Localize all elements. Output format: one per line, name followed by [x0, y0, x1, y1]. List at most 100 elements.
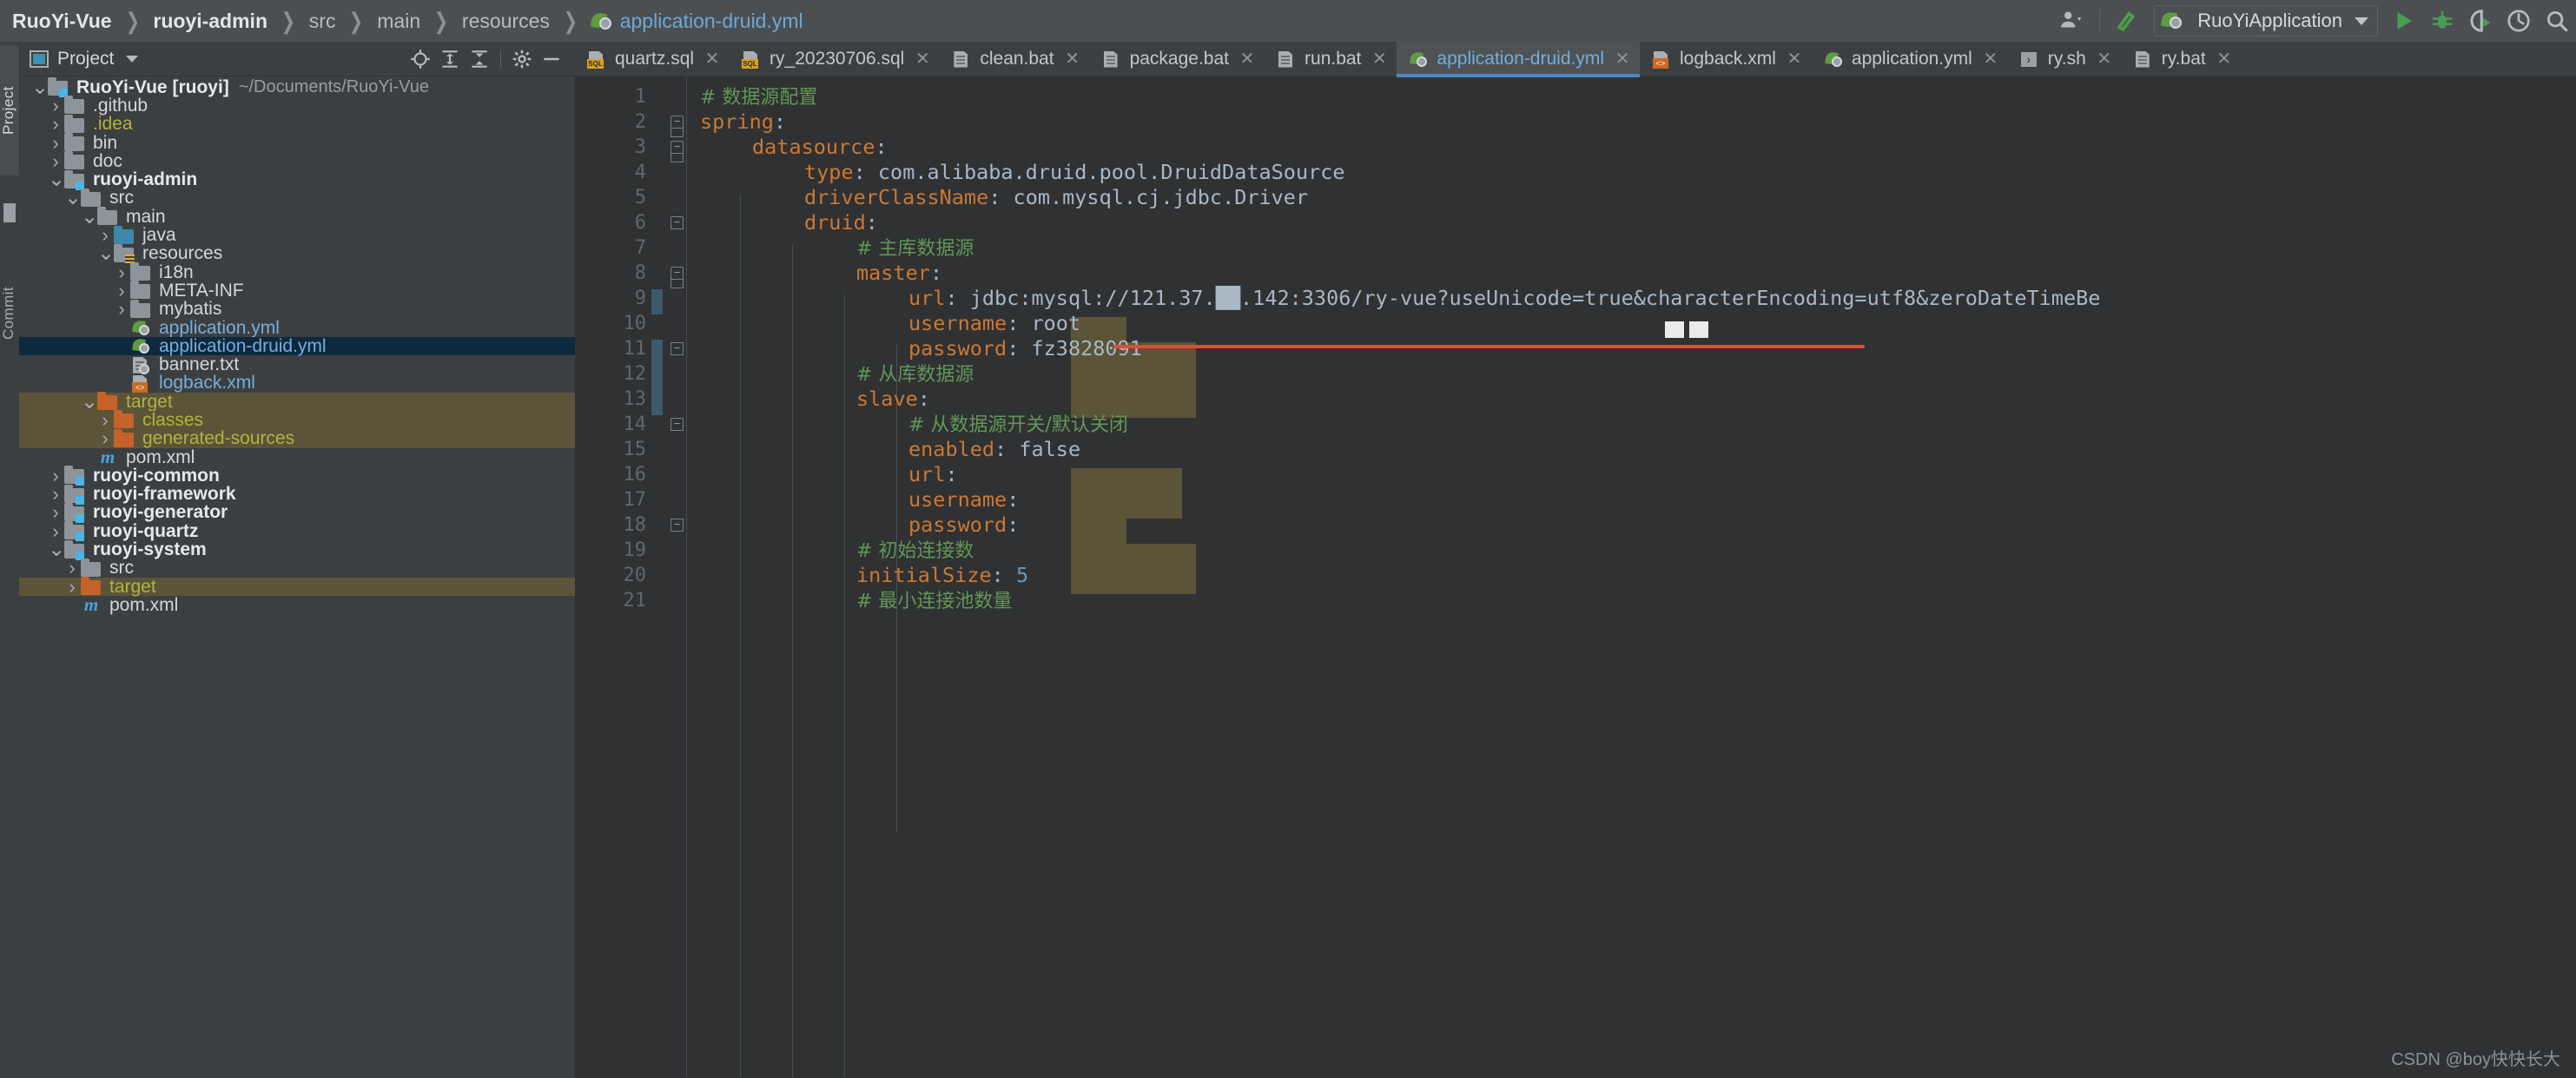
tree-node-ruoyi-admin[interactable]: ⌄ ruoyi-admin — [19, 169, 575, 190]
tree-node-i18n[interactable]: › i18n — [19, 262, 575, 282]
breadcrumb-item[interactable]: resources — [462, 10, 550, 33]
editor-tab-quartz-sql[interactable]: SQL quartz.sql ✕ — [575, 42, 730, 76]
code-line-text: password: — [908, 513, 1019, 538]
tree-node-ruoyi-common[interactable]: › ruoyi-common — [19, 466, 575, 486]
tree-node-ruoyi-framework[interactable]: › ruoyi-framework — [19, 484, 575, 505]
tree-node-label: logback.xml — [159, 373, 255, 394]
tree-node-ruoyi-generator[interactable]: › ruoyi-generator — [19, 502, 575, 523]
yaml-colon: : — [994, 437, 1007, 461]
chevron-right-icon[interactable]: › — [97, 429, 113, 448]
code-line-text: password: fz3828091 — [908, 336, 1142, 361]
tree-node-banner-txt[interactable]: banner.txt — [19, 354, 575, 374]
tree-node-doc[interactable]: › doc — [19, 151, 575, 171]
expand-all-icon[interactable] — [435, 44, 465, 74]
chevron-down-icon[interactable]: ⌄ — [48, 169, 65, 190]
user-account-icon[interactable] — [2052, 2, 2091, 40]
hide-panel-icon[interactable] — [537, 44, 566, 74]
tree-node-label: pom.xml — [109, 594, 179, 615]
close-icon[interactable]: ✕ — [1371, 50, 1387, 68]
tree-node-idea[interactable]: › .idea — [19, 114, 575, 134]
code-line: 16 url: — [575, 462, 2576, 487]
tree-node-ruoyi-system[interactable]: ⌄ ruoyi-system — [19, 539, 575, 560]
tree-node-application-druid-yml[interactable]: application-druid.yml — [19, 336, 575, 356]
close-icon[interactable]: ✕ — [704, 50, 720, 68]
chevron-right-icon[interactable]: › — [48, 115, 63, 134]
editor-tab-application-yml[interactable]: application.yml ✕ — [1812, 42, 2008, 76]
breadcrumb-item[interactable]: ruoyi-admin — [153, 10, 268, 33]
locate-target-icon[interactable] — [406, 44, 435, 74]
breadcrumb: RuoYi-Vue ❯ ruoyi-admin ❯ src ❯ main ❯ resources… — [12, 0, 803, 42]
chevron-down-icon[interactable]: ⌄ — [97, 243, 115, 264]
chevron-down-icon[interactable]: ⌄ — [81, 206, 98, 227]
chevron-right-icon[interactable]: › — [114, 300, 129, 319]
tree-node-resources[interactable]: ⌄ resources — [19, 243, 575, 264]
breadcrumb-item[interactable]: main — [377, 10, 420, 33]
tree-node-mybatis[interactable]: › mybatis — [19, 299, 575, 319]
tree-node-github[interactable]: › .github — [19, 96, 575, 116]
tool-window-tab-commit[interactable]: Commit — [0, 248, 19, 379]
build-hammer-icon[interactable] — [2109, 2, 2147, 40]
close-icon[interactable]: ✕ — [915, 50, 930, 68]
bat-file-icon — [950, 50, 973, 69]
chevron-down-icon — [2355, 17, 2368, 25]
chevron-down-icon[interactable]: ⌄ — [48, 539, 65, 560]
tree-node-src[interactable]: ⌄ src — [19, 188, 575, 208]
collapse-all-icon[interactable] — [465, 44, 494, 74]
chevron-right-icon[interactable]: › — [64, 577, 80, 597]
tree-node-pom-xml[interactable]: m pom.xml — [19, 446, 575, 467]
tree-node-ruoyi-vue-ruoyi[interactable]: ⌄ RuoYi-Vue [ruoyi] ~/Documents/RuoYi-Vue — [19, 76, 575, 98]
spring-leaf-glyph — [131, 319, 150, 336]
folder-icon — [129, 262, 152, 281]
close-icon[interactable]: ✕ — [1787, 50, 1802, 68]
tree-node-pom-xml[interactable]: m pom.xml — [19, 594, 575, 615]
tree-node-src[interactable]: › src — [19, 558, 575, 578]
tree-node-application-yml[interactable]: application.yml — [19, 318, 575, 338]
breadcrumb-item[interactable]: application-druid.yml — [591, 10, 803, 33]
tool-window-tab-project[interactable]: Project — [0, 45, 19, 175]
chevron-down-icon[interactable]: ⌄ — [81, 391, 98, 412]
tree-node-meta-inf[interactable]: › META-INF — [19, 281, 575, 301]
run-configuration-selector[interactable]: RuoYiApplication — [2154, 5, 2378, 36]
code-line: 2 spring: — [575, 109, 2576, 135]
chevron-down-icon[interactable] — [126, 55, 139, 63]
tree-node-bin[interactable]: › bin — [19, 133, 575, 153]
folder-icon — [129, 299, 152, 319]
breadcrumb-item[interactable]: src — [309, 10, 336, 33]
close-icon[interactable]: ✕ — [1615, 50, 1630, 68]
close-icon[interactable]: ✕ — [1239, 50, 1255, 68]
code-line: 8 master: — [575, 261, 2576, 286]
yaml-colon: : — [988, 185, 1001, 209]
search-everywhere-icon[interactable] — [2538, 2, 2576, 40]
breadcrumb-item[interactable]: RuoYi-Vue — [12, 10, 112, 33]
breadcrumb-item-label: src — [308, 9, 336, 32]
tree-node-target[interactable]: › target — [19, 577, 575, 597]
chevron-down-icon[interactable]: ⌄ — [31, 76, 49, 97]
code-line: 13 slave: — [575, 387, 2576, 412]
debug-bug-icon[interactable] — [2423, 2, 2461, 40]
editor-tab-ry-bat[interactable]: ry.bat ✕ — [2122, 42, 2242, 76]
profiler-icon[interactable] — [2500, 2, 2538, 40]
editor-tab-clean-bat[interactable]: clean.bat ✕ — [940, 42, 1089, 76]
close-icon[interactable]: ✕ — [2216, 50, 2232, 68]
run-with-coverage-icon[interactable] — [2461, 2, 2500, 40]
close-icon[interactable]: ✕ — [1065, 50, 1080, 68]
tree-node-ruoyi-quartz[interactable]: › ruoyi-quartz — [19, 521, 575, 542]
code-editor[interactable]: 1 # 数据源配置 2 spring: 3 datasource: 4 type: com.a… — [575, 77, 2576, 1078]
toolbar-divider — [2099, 10, 2101, 32]
editor-tab-package-bat[interactable]: package.bat ✕ — [1090, 42, 1265, 76]
tree-node-logback-xml[interactable]: <> logback.xml — [19, 373, 575, 394]
chevron-down-icon[interactable]: ⌄ — [64, 188, 82, 208]
editor-tab-ry-20230706-sql[interactable]: SQL ry_20230706.sql ✕ — [730, 42, 940, 76]
close-icon[interactable]: ✕ — [2097, 50, 2112, 68]
editor-tab-application-druid-yml[interactable]: application-druid.yml ✕ — [1397, 42, 1640, 77]
project-panel-actions — [406, 44, 575, 74]
run-play-icon[interactable] — [2385, 2, 2423, 40]
editor-tab-logback-xml[interactable]: <> logback.xml ✕ — [1640, 42, 1812, 76]
settings-gear-icon[interactable] — [507, 44, 537, 74]
editor-tab-ry-sh[interactable]: › ry.sh ✕ — [2008, 42, 2122, 76]
editor-tab-run-bat[interactable]: run.bat ✕ — [1265, 42, 1397, 76]
tree-node-generated-sources[interactable]: › generated-sources — [19, 428, 575, 448]
yaml-key: datasource — [752, 135, 875, 159]
spring-yaml-file-icon — [129, 319, 152, 337]
close-icon[interactable]: ✕ — [1983, 50, 1998, 68]
